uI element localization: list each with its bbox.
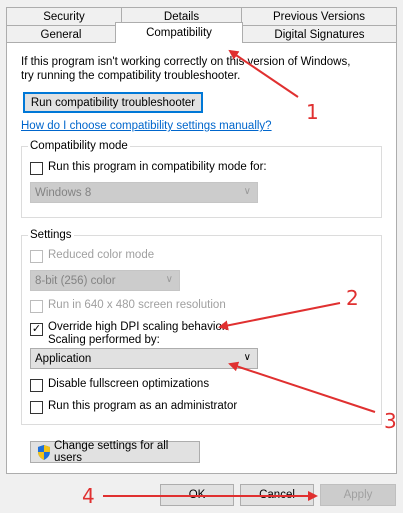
override-dpi-checkbox[interactable]: ✓ (30, 323, 43, 336)
compat-mode-label: Run this program in compatibility mode f… (48, 161, 267, 173)
intro-line-1: If this program isn't working correctly … (21, 56, 351, 68)
chevron-down-icon: ∨ (243, 352, 251, 363)
compat-mode-checkbox[interactable] (30, 162, 43, 175)
change-all-users-button[interactable]: Change settings for all users (30, 440, 200, 464)
override-dpi-line-1: Override high DPI scaling behavior. (48, 321, 229, 333)
os-version-value: Windows 8 (35, 186, 92, 199)
os-version-select[interactable]: Windows 8 ∨ (30, 182, 258, 203)
disable-fullscreen-label: Disable fullscreen optimizations (48, 378, 210, 390)
reduced-color-checkbox[interactable] (30, 250, 43, 263)
chevron-down-icon: ∨ (243, 186, 251, 197)
run-troubleshooter-button[interactable]: Run compatibility troubleshooter (23, 92, 203, 113)
override-dpi-line-2: Scaling performed by: (48, 334, 160, 346)
tab-security[interactable]: Security (6, 7, 122, 25)
compatibility-mode-group: Compatibility mode (21, 140, 382, 218)
manual-settings-link[interactable]: How do I choose compatibility settings m… (21, 120, 272, 132)
chevron-down-icon: ∨ (165, 274, 173, 285)
res-640-checkbox[interactable] (30, 300, 43, 313)
cancel-button[interactable]: Cancel (240, 484, 314, 506)
scaling-select[interactable]: Application ∨ (30, 348, 258, 369)
tab-digital-signatures[interactable]: Digital Signatures (242, 25, 397, 43)
annotation-label-4: 4 (82, 484, 95, 508)
run-as-admin-checkbox[interactable] (30, 401, 43, 414)
change-all-users-label: Change settings for all users (53, 440, 169, 464)
intro-line-2: try running the compatibility troublesho… (21, 70, 241, 82)
res-640-label: Run in 640 x 480 screen resolution (48, 299, 226, 311)
color-depth-value: 8-bit (256) color (35, 274, 116, 287)
override-dpi-label: Override high DPI scaling behavior. Scal… (48, 321, 228, 347)
annotation-label-1: 1 (306, 100, 319, 124)
scaling-value: Application (35, 352, 92, 365)
tab-compatibility[interactable]: Compatibility (115, 22, 243, 43)
tab-previous-versions[interactable]: Previous Versions (241, 7, 397, 25)
tab-general[interactable]: General (6, 25, 116, 43)
checkmark-icon: ✓ (31, 323, 42, 335)
disable-fullscreen-checkbox[interactable] (30, 379, 43, 392)
run-as-admin-label: Run this program as an administrator (48, 400, 238, 412)
compatibility-mode-legend: Compatibility mode (30, 140, 128, 152)
shield-icon (37, 444, 50, 460)
annotation-label-3: 3 (384, 409, 397, 433)
intro-text: If this program isn't working correctly … (21, 55, 391, 83)
reduced-color-label: Reduced color mode (48, 249, 155, 261)
compatibility-panel: If this program isn't working correctly … (6, 42, 397, 474)
color-depth-select[interactable]: 8-bit (256) color ∨ (30, 270, 180, 291)
ok-button[interactable]: OK (160, 484, 234, 506)
annotation-label-2: 2 (346, 286, 359, 310)
settings-legend: Settings (30, 229, 72, 241)
apply-button[interactable]: Apply (320, 484, 396, 506)
